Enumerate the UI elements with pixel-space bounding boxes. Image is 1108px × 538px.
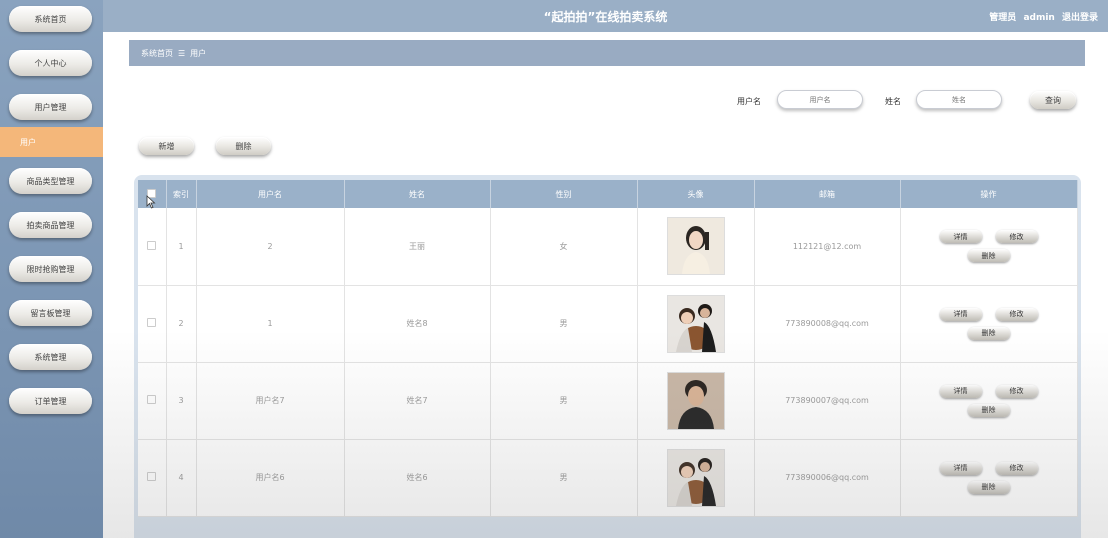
- cell-username: 用户名7: [196, 362, 345, 440]
- cell-gender: 男: [490, 362, 638, 440]
- column-header: 头像: [637, 180, 755, 208]
- cell-index: 3: [166, 362, 197, 440]
- cell-email: 773890008@qq.com: [754, 285, 901, 363]
- edit-button[interactable]: 修改: [995, 230, 1038, 244]
- row-delete-button[interactable]: 删除: [967, 326, 1010, 340]
- cell-name: 姓名7: [344, 362, 491, 440]
- avatar-photo-icon: [666, 371, 725, 430]
- cell-name: 姓名8: [344, 285, 491, 363]
- name-search-input[interactable]: [916, 90, 1002, 109]
- cell-index: 2: [166, 285, 197, 363]
- cell-username: 1: [196, 285, 345, 363]
- user-table-container: 索引 用户名 姓名 性别 头像 邮箱 操作 1 2 王丽 女 112121@12…: [134, 175, 1081, 538]
- table-row: 3 用户名7 姓名7 男 773890007@qq.com 详情 修改 删除: [138, 362, 1078, 440]
- app-title: “起拍拍”在线拍卖系统: [543, 10, 668, 24]
- search-button[interactable]: 查询: [1030, 91, 1076, 109]
- username-label: 用户名: [737, 97, 761, 106]
- detail-button[interactable]: 详情: [939, 384, 982, 398]
- username-search-input[interactable]: [777, 90, 863, 109]
- row-checkbox[interactable]: [147, 472, 157, 481]
- avatar-photo-icon: [666, 217, 725, 276]
- mouse-cursor-icon: [146, 195, 156, 209]
- cell-gender: 男: [490, 285, 638, 363]
- add-button[interactable]: 新增: [139, 137, 194, 155]
- table-row: 2 1 姓名8 男 773890008@qq.com 详情 修改 删除: [138, 285, 1078, 363]
- cell-username: 用户名6: [196, 439, 345, 517]
- name-label: 姓名: [885, 97, 901, 106]
- cell-gender: 男: [490, 439, 638, 517]
- row-delete-button[interactable]: 删除: [967, 249, 1010, 263]
- sidebar-item-home[interactable]: 系统首页: [9, 6, 92, 32]
- user-role: 管理员: [989, 13, 1017, 23]
- column-header: 姓名: [344, 180, 491, 208]
- logout-link[interactable]: 退出登录: [1062, 13, 1098, 23]
- cell-email: 112121@12.com: [754, 208, 901, 286]
- column-header: 操作: [900, 180, 1078, 208]
- cell-username: 2: [196, 208, 345, 286]
- sidebar-item-message-board[interactable]: 留言板管理: [9, 300, 92, 326]
- breadcrumb: 系统首页 ☰ 用户: [129, 40, 1085, 66]
- delete-button[interactable]: 删除: [216, 137, 271, 155]
- sidebar-item-category-management[interactable]: 商品类型管理: [9, 168, 92, 194]
- cell-email: 773890007@qq.com: [754, 362, 901, 440]
- detail-button[interactable]: 详情: [939, 307, 982, 321]
- edit-button[interactable]: 修改: [995, 384, 1038, 398]
- cell-name: 姓名6: [344, 439, 491, 517]
- breadcrumb-current: 用户: [190, 48, 207, 58]
- edit-button[interactable]: 修改: [995, 307, 1038, 321]
- top-header: “起拍拍”在线拍卖系统 管理员 admin 退出登录: [103, 0, 1108, 32]
- detail-button[interactable]: 详情: [939, 230, 982, 244]
- table-row: 1 2 王丽 女 112121@12.com 详情 修改 删除: [138, 208, 1078, 286]
- breadcrumb-home[interactable]: 系统首页: [141, 48, 173, 59]
- row-delete-button[interactable]: 删除: [967, 403, 1010, 417]
- sidebar-item-orders[interactable]: 订单管理: [9, 388, 92, 414]
- table-row: 4 用户名6 姓名6 男 773890006@qq.com 详情 修改 删除: [138, 439, 1078, 517]
- sidebar-item-system[interactable]: 系统管理: [9, 344, 92, 370]
- breadcrumb-separator-icon: ☰: [178, 48, 186, 58]
- row-delete-button[interactable]: 删除: [967, 480, 1010, 494]
- row-checkbox[interactable]: [147, 240, 157, 250]
- user-info: 管理员 admin 退出登录: [985, 10, 1098, 23]
- cell-name: 王丽: [344, 208, 491, 286]
- row-checkbox[interactable]: [147, 395, 157, 404]
- avatar-photo-icon: [666, 448, 725, 507]
- column-header: 邮箱: [754, 180, 901, 208]
- column-header: 用户名: [196, 180, 345, 208]
- sidebar-item-auction-goods[interactable]: 拍卖商品管理: [9, 212, 92, 238]
- edit-button[interactable]: 修改: [995, 461, 1038, 475]
- cell-gender: 女: [490, 208, 638, 286]
- column-header: 性别: [490, 180, 638, 208]
- cell-email: 773890006@qq.com: [754, 439, 901, 517]
- column-header: 索引: [166, 180, 197, 208]
- sidebar-item-profile[interactable]: 个人中心: [9, 50, 92, 76]
- user-table: 索引 用户名 姓名 性别 头像 邮箱 操作 1 2 王丽 女 112121@12…: [138, 180, 1078, 517]
- sidebar-item-users[interactable]: 用户: [0, 127, 103, 157]
- username: admin: [1023, 13, 1055, 23]
- detail-button[interactable]: 详情: [939, 461, 982, 475]
- avatar-photo-icon: [666, 294, 725, 353]
- row-checkbox[interactable]: [147, 318, 157, 327]
- cell-index: 4: [166, 439, 197, 517]
- sidebar-item-flash-sale[interactable]: 限时抢购管理: [9, 256, 92, 282]
- cell-index: 1: [166, 208, 197, 286]
- sidebar-item-user-management[interactable]: 用户管理: [9, 94, 92, 120]
- sidebar: 系统首页 个人中心 用户管理 用户 商品类型管理 拍卖商品管理 限时抢购管理 留…: [0, 0, 103, 538]
- table-header-row: 索引 用户名 姓名 性别 头像 邮箱 操作: [138, 180, 1078, 208]
